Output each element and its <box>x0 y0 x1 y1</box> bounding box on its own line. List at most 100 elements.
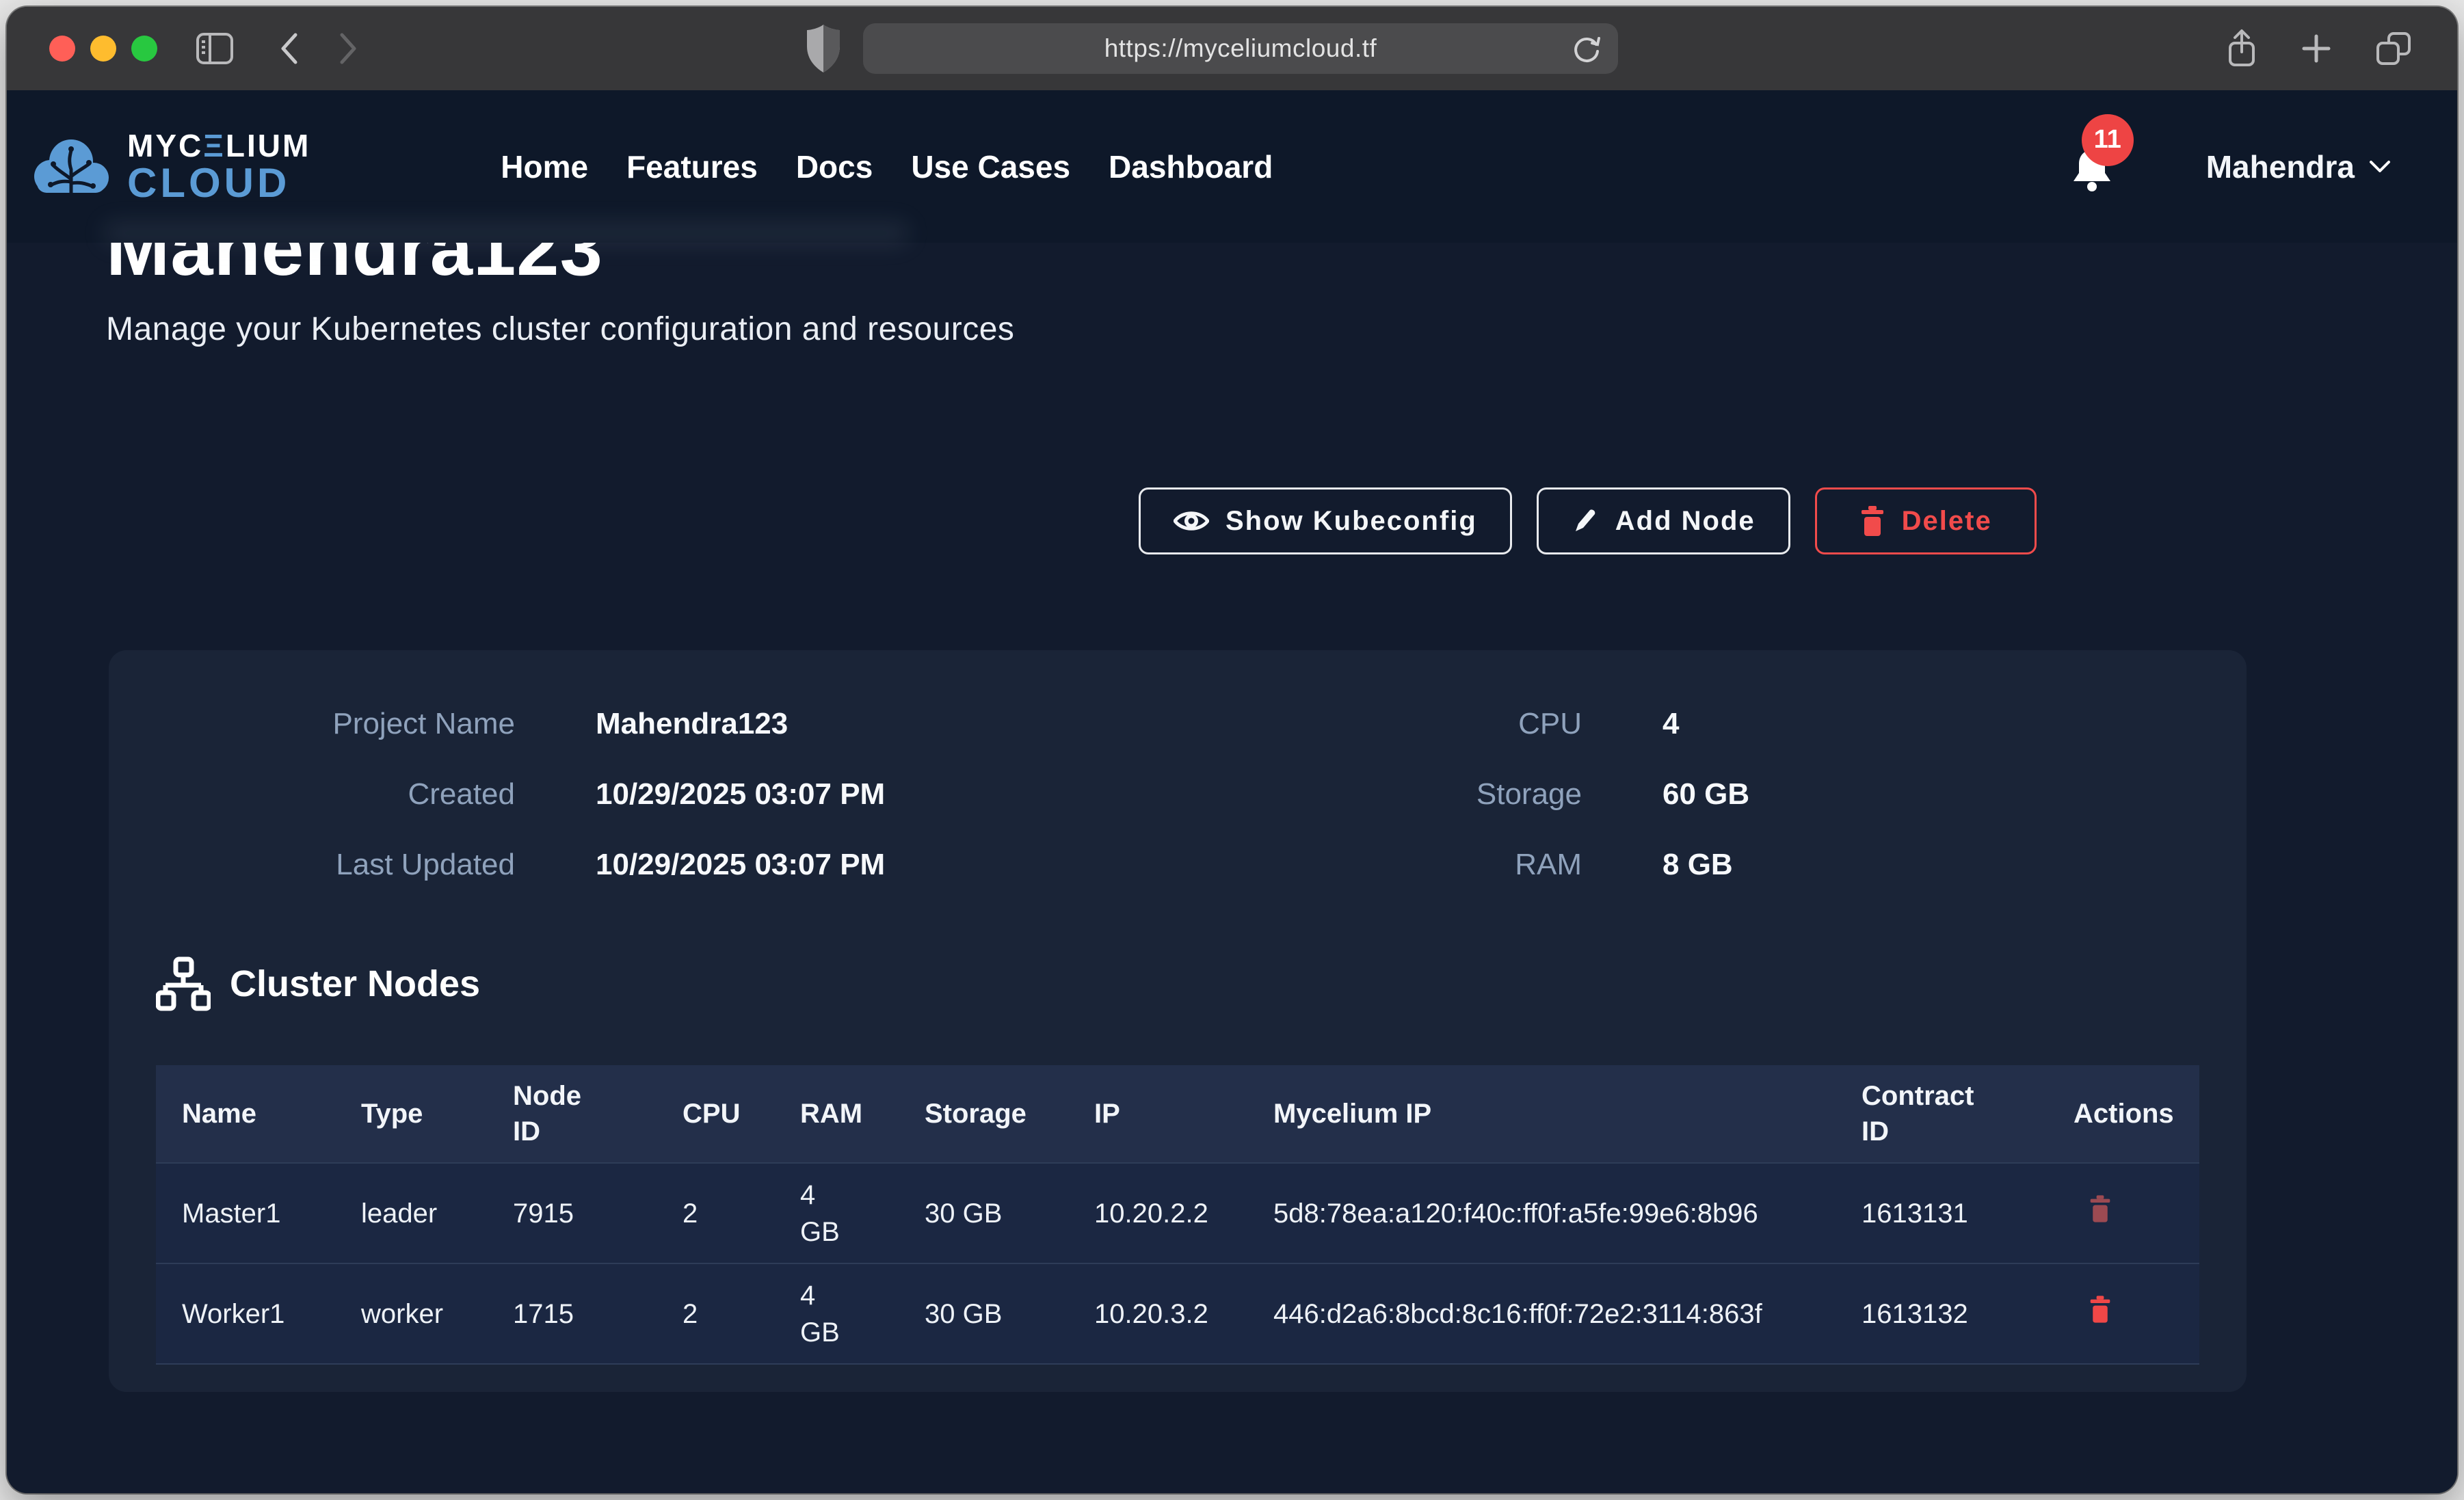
site-navbar: MYCΞLIUM CLOUD Home Features Docs Use Ca… <box>7 90 2457 243</box>
nav-link-docs[interactable]: Docs <box>796 148 873 185</box>
cell-ip: 10.20.2.2 <box>1068 1163 1247 1263</box>
column-header-actions: Actions <box>2048 1065 2199 1163</box>
project-details: Project Name Mahendra123 Created 10/29/2… <box>109 707 885 882</box>
chevron-down-icon <box>2368 159 2392 174</box>
reload-icon[interactable] <box>1570 32 1603 65</box>
sidebar-toggle-icon[interactable] <box>196 32 234 65</box>
detail-value: 10/29/2025 03:07 PM <box>596 777 885 812</box>
nav-link-use-cases[interactable]: Use Cases <box>911 148 1070 185</box>
forward-button-icon[interactable] <box>338 31 358 66</box>
column-header-ip: IP <box>1068 1065 1247 1163</box>
back-button-icon[interactable] <box>279 31 300 66</box>
column-header-type: Type <box>335 1065 487 1163</box>
logo-line-cloud: CLOUD <box>127 163 310 204</box>
cell-mycelium-ip: 5d8:78ea:a120:f40c:ff0f:a5fe:99e6:8b96 <box>1247 1163 1836 1263</box>
cluster-details-panel: Project Name Mahendra123 Created 10/29/2… <box>109 650 2247 1392</box>
nav-link-features[interactable]: Features <box>626 148 758 185</box>
cluster-nodes-header: Cluster Nodes <box>156 956 480 1011</box>
detail-label: CPU <box>1176 707 1582 741</box>
detail-value: Mahendra123 <box>596 707 885 741</box>
detail-value: 8 GB <box>1662 848 1749 882</box>
detail-label: Project Name <box>109 707 515 741</box>
delete-label: Delete <box>1902 506 1992 537</box>
add-node-label: Add Node <box>1615 506 1756 537</box>
delete-node-button[interactable] <box>2089 1296 2112 1323</box>
table-row: Worker1 worker 1715 2 4 GB 30 GB 10.20.3… <box>156 1263 2199 1364</box>
delete-node-button[interactable] <box>2089 1195 2112 1222</box>
delete-cluster-button[interactable]: Delete <box>1815 487 2037 554</box>
pencil-icon <box>1572 507 1599 535</box>
column-header-cpu: CPU <box>657 1065 774 1163</box>
detail-label: Storage <box>1176 777 1582 812</box>
cell-contract-id: 1613132 <box>1836 1263 2048 1364</box>
site-content: Mahendra123 Manage your Kubernetes clust… <box>7 90 2457 1493</box>
cell-name: Master1 <box>156 1163 335 1263</box>
trash-icon <box>1859 506 1885 536</box>
user-name: Mahendra <box>2206 148 2355 185</box>
page-subtitle: Manage your Kubernetes cluster configura… <box>106 310 1014 348</box>
column-header-ram: RAM <box>774 1065 899 1163</box>
cluster-nodes-title: Cluster Nodes <box>230 963 480 1005</box>
detail-value: 10/29/2025 03:07 PM <box>596 848 885 882</box>
cell-ip: 10.20.3.2 <box>1068 1263 1247 1364</box>
notifications-bell-button[interactable]: 11 <box>2065 140 2119 193</box>
column-header-contract-id: Contract ID <box>1836 1065 2048 1163</box>
cell-storage: 30 GB <box>899 1263 1068 1364</box>
url-bar[interactable]: https://myceliumcloud.tf <box>863 23 1618 74</box>
cell-type: worker <box>335 1263 487 1364</box>
column-header-mycelium-ip: Mycelium IP <box>1247 1065 1836 1163</box>
traffic-lights <box>49 36 157 62</box>
logo-wordmark: MYCΞLIUM CLOUD <box>127 130 310 204</box>
tab-overview-icon[interactable] <box>2375 31 2412 66</box>
browser-titlebar: https://myceliumcloud.tf <box>7 7 2457 90</box>
cell-actions <box>2048 1263 2199 1364</box>
table-header-row: Name Type Node ID CPU RAM Storage IP Myc… <box>156 1065 2199 1163</box>
nav-link-home[interactable]: Home <box>501 148 588 185</box>
resource-details: CPU 4 Storage 60 GB RAM 8 GB <box>1176 707 1749 882</box>
column-header-name: Name <box>156 1065 335 1163</box>
sitemap-icon <box>156 956 211 1011</box>
user-menu-button[interactable]: Mahendra <box>2206 148 2392 185</box>
notification-count-badge: 11 <box>2082 114 2134 166</box>
browser-window: https://myceliumcloud.tf <box>7 7 2457 1493</box>
cell-storage: 30 GB <box>899 1163 1068 1263</box>
detail-value: 60 GB <box>1662 777 1749 812</box>
cloud-logo-icon <box>29 131 114 202</box>
cell-cpu: 2 <box>657 1263 774 1364</box>
url-text: https://myceliumcloud.tf <box>1104 34 1377 63</box>
cell-cpu: 2 <box>657 1163 774 1263</box>
cell-node-id: 7915 <box>487 1163 657 1263</box>
detail-label: Last Updated <box>109 848 515 882</box>
logo-line-mycelium: MYCΞLIUM <box>127 130 310 161</box>
primary-navigation: Home Features Docs Use Cases Dashboard <box>501 148 1273 185</box>
cluster-actions-toolbar: Show Kubeconfig Add Node <box>1139 487 2037 554</box>
detail-value: 4 <box>1662 707 1749 741</box>
show-kubeconfig-label: Show Kubeconfig <box>1226 506 1477 537</box>
new-tab-icon[interactable] <box>2301 34 2331 64</box>
cell-ram: 4 GB <box>774 1163 899 1263</box>
detail-label: RAM <box>1176 848 1582 882</box>
minimize-window-button[interactable] <box>90 36 116 62</box>
detail-label: Created <box>109 777 515 812</box>
close-window-button[interactable] <box>49 36 75 62</box>
nav-link-dashboard[interactable]: Dashboard <box>1109 148 1273 185</box>
blurred-title-artifact <box>103 222 910 245</box>
table-row: Master1 leader 7915 2 4 GB 30 GB 10.20.2… <box>156 1163 2199 1263</box>
cell-actions <box>2048 1163 2199 1263</box>
cell-mycelium-ip: 446:d2a6:8bcd:8c16:ff0f:72e2:3114:863f <box>1247 1263 1836 1364</box>
zoom-window-button[interactable] <box>131 36 157 62</box>
cell-name: Worker1 <box>156 1263 335 1364</box>
cell-contract-id: 1613131 <box>1836 1163 2048 1263</box>
show-kubeconfig-button[interactable]: Show Kubeconfig <box>1139 487 1512 554</box>
cluster-nodes-table: Name Type Node ID CPU RAM Storage IP Myc… <box>156 1065 2199 1365</box>
column-header-storage: Storage <box>899 1065 1068 1163</box>
cell-node-id: 1715 <box>487 1263 657 1364</box>
cell-type: leader <box>335 1163 487 1263</box>
mycelium-cloud-logo[interactable]: MYCΞLIUM CLOUD <box>29 130 310 204</box>
share-icon[interactable] <box>2226 29 2257 68</box>
eye-icon <box>1174 508 1209 534</box>
cell-ram: 4 GB <box>774 1263 899 1364</box>
privacy-shield-icon[interactable] <box>806 23 841 74</box>
add-node-button[interactable]: Add Node <box>1537 487 1790 554</box>
column-header-node-id: Node ID <box>487 1065 657 1163</box>
